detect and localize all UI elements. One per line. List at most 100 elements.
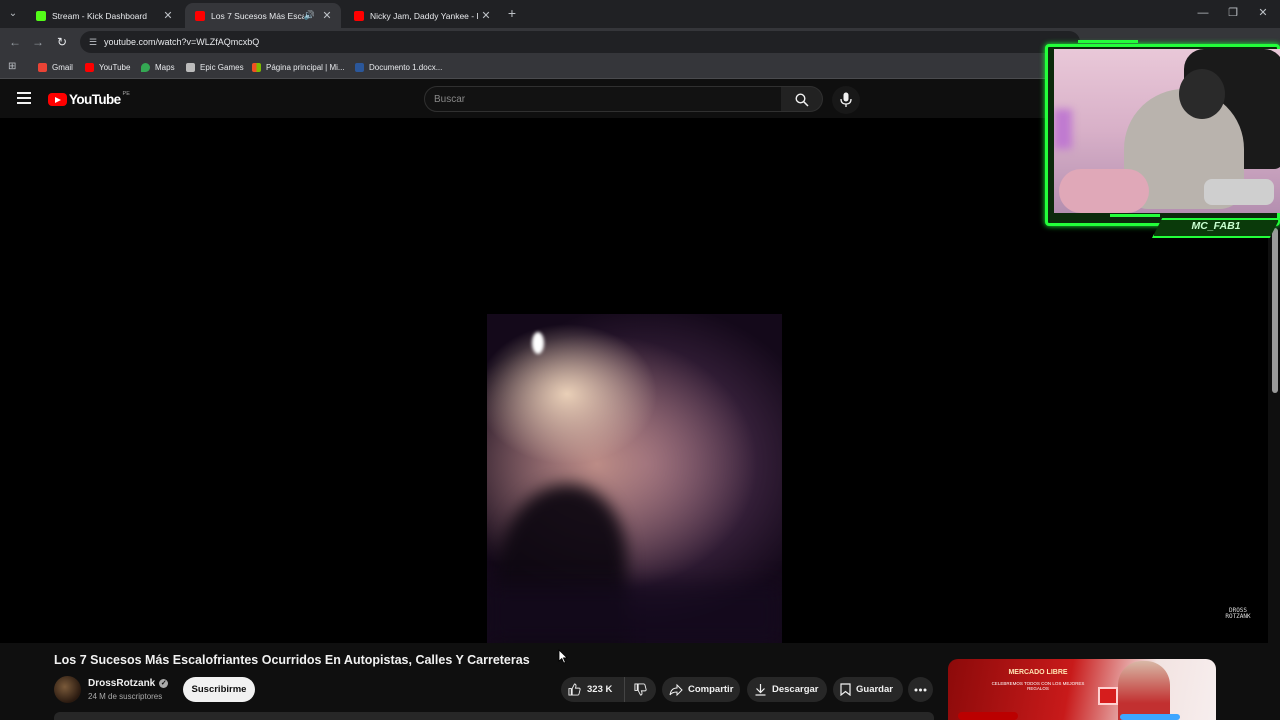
video-frame <box>487 314 782 643</box>
youtube-favicon-icon <box>354 10 364 21</box>
bookmark-gmail[interactable]: Gmail <box>38 55 73 79</box>
webcam-legs <box>1059 169 1149 213</box>
search-box <box>424 86 782 112</box>
youtube-favicon-icon <box>195 10 205 21</box>
tab-nicky-jam[interactable]: Nicky Jam, Daddy Yankee - Do ✕ <box>344 3 500 28</box>
kick-favicon-icon <box>36 10 46 21</box>
country-code: PE <box>122 90 130 97</box>
site-settings-icon[interactable]: ☰ <box>86 35 100 49</box>
bookmark-icon <box>840 683 851 696</box>
microsoft-icon <box>252 62 261 72</box>
address-bar[interactable]: ☰ youtube.com/watch?v=WLZfAQmcxbQ <box>80 31 1080 53</box>
search-input[interactable] <box>434 87 754 111</box>
tab-title: Los 7 Sucesos Más Escalofri <box>211 10 304 21</box>
tab-title: Stream - Kick Dashboard <box>52 10 147 21</box>
streamer-name: MC_FAB1 <box>1191 220 1241 232</box>
back-icon[interactable]: ← <box>6 33 24 51</box>
channel-watermark[interactable]: DROSS ROTZANK <box>1222 608 1254 626</box>
download-button[interactable]: Descargar <box>747 677 827 702</box>
ad-channel-logo[interactable] <box>958 712 1018 720</box>
like-count: 323 K <box>587 684 613 695</box>
tab-close-icon[interactable]: ✕ <box>478 9 494 22</box>
download-icon <box>755 684 766 696</box>
share-label: Compartir <box>688 684 734 695</box>
webcam-head <box>1179 69 1225 119</box>
browser-tab-bar: ⌄ Stream - Kick Dashboard ✕ Los 7 Suceso… <box>0 0 1280 28</box>
voice-search-button[interactable] <box>832 86 860 114</box>
gmail-icon <box>38 62 47 72</box>
reload-icon[interactable]: ↻ <box>53 33 71 51</box>
bookmark-maps[interactable]: Maps <box>141 55 175 79</box>
gift-icon <box>1098 687 1118 705</box>
youtube-icon <box>85 62 94 72</box>
like-button[interactable]: 323 K <box>561 677 625 702</box>
scrollbar-thumb[interactable] <box>1272 228 1278 393</box>
new-tab-icon[interactable]: + <box>504 5 520 21</box>
ad-action-button[interactable] <box>1120 714 1180 720</box>
save-label: Guardar <box>856 684 893 695</box>
channel-name-text[interactable]: DrossRotzank <box>88 678 155 689</box>
tab-close-icon[interactable]: ✕ <box>160 9 176 22</box>
bookmark-label: Página principal | Mi... <box>266 62 345 72</box>
save-button[interactable]: Guardar <box>833 677 903 702</box>
video-light <box>532 332 544 354</box>
mouse-cursor-icon <box>558 649 568 664</box>
webcam-overlay: MC_FAB1 <box>1040 40 1280 240</box>
bookmark-label: Maps <box>155 62 175 72</box>
ad-subline: CELEBREMOS TODOS CON LOS MEJORES REGALOS <box>991 681 1085 691</box>
word-icon <box>355 62 364 72</box>
channel-name[interactable]: DrossRotzank ✓ <box>88 678 169 689</box>
webcam-lamp <box>1054 109 1072 149</box>
webcam-toy-car <box>1204 179 1274 205</box>
bookmark-label: Epic Games <box>200 62 244 72</box>
tab-search-icon[interactable]: ⌄ <box>4 5 22 23</box>
tab-title: Nicky Jam, Daddy Yankee - Do <box>370 10 478 21</box>
thumbs-up-icon <box>568 683 581 696</box>
bookmark-epic-games[interactable]: Epic Games <box>186 55 244 79</box>
speaker-icon[interactable]: 🔊 <box>304 10 315 21</box>
ad-headline: MERCADO LIBRE <box>1008 669 1068 676</box>
epic-games-icon <box>186 62 195 72</box>
close-window-icon[interactable]: ✕ <box>1248 4 1278 22</box>
bookmark-microsoft[interactable]: Página principal | Mi... <box>252 55 345 79</box>
tab-close-icon[interactable]: ✕ <box>319 9 335 22</box>
verified-check-icon: ✓ <box>159 679 169 688</box>
url-text[interactable]: youtube.com/watch?v=WLZfAQmcxbQ <box>104 31 259 53</box>
share-icon <box>669 683 683 696</box>
frame-decoration <box>1110 214 1160 217</box>
tab-kick-dashboard[interactable]: Stream - Kick Dashboard ✕ <box>26 3 182 28</box>
maps-icon <box>141 62 150 72</box>
bookmark-label: Documento 1.docx... <box>369 62 443 72</box>
bookmark-word-doc[interactable]: Documento 1.docx... <box>355 55 442 79</box>
subscriber-count: 24 M de suscriptores <box>88 692 163 701</box>
download-label: Descargar <box>772 684 819 695</box>
minimize-icon[interactable]: — <box>1188 4 1218 22</box>
dislike-button[interactable] <box>625 677 656 702</box>
ad-model-image <box>1118 661 1170 720</box>
frame-decoration <box>1078 40 1138 43</box>
bookmark-youtube[interactable]: YouTube <box>85 55 130 79</box>
bookmark-label: Gmail <box>52 62 73 72</box>
video-title: Los 7 Sucesos Más Escalofriantes Ocurrid… <box>54 653 530 667</box>
description-box[interactable] <box>54 712 934 720</box>
thumbs-down-icon <box>634 683 647 696</box>
webcam-video <box>1054 49 1280 213</box>
search-icon <box>795 93 809 107</box>
share-button[interactable]: Compartir <box>662 677 740 702</box>
restore-icon[interactable]: ❐ <box>1218 4 1248 22</box>
microphone-icon <box>840 92 852 107</box>
search-button[interactable] <box>781 86 823 112</box>
tab-youtube-video[interactable]: Los 7 Sucesos Más Escalofri 🔊 ✕ <box>185 3 341 28</box>
more-actions-button[interactable] <box>908 677 933 702</box>
logo-wordmark: YouTube <box>69 92 121 107</box>
forward-icon[interactable]: → <box>29 33 47 51</box>
subscribe-button[interactable]: Suscribirme <box>183 677 255 702</box>
ad-banner[interactable]: MERCADO LIBRE CELEBREMOS TODOS CON LOS M… <box>948 659 1216 720</box>
hamburger-menu-icon[interactable] <box>17 92 31 104</box>
video-floor <box>487 584 782 643</box>
youtube-logo[interactable]: YouTube PE <box>48 90 130 107</box>
like-dislike-group: 323 K <box>561 677 656 702</box>
channel-avatar[interactable] <box>54 676 81 703</box>
youtube-play-icon <box>48 93 67 106</box>
apps-grid-icon[interactable]: ⊞ <box>8 61 19 72</box>
